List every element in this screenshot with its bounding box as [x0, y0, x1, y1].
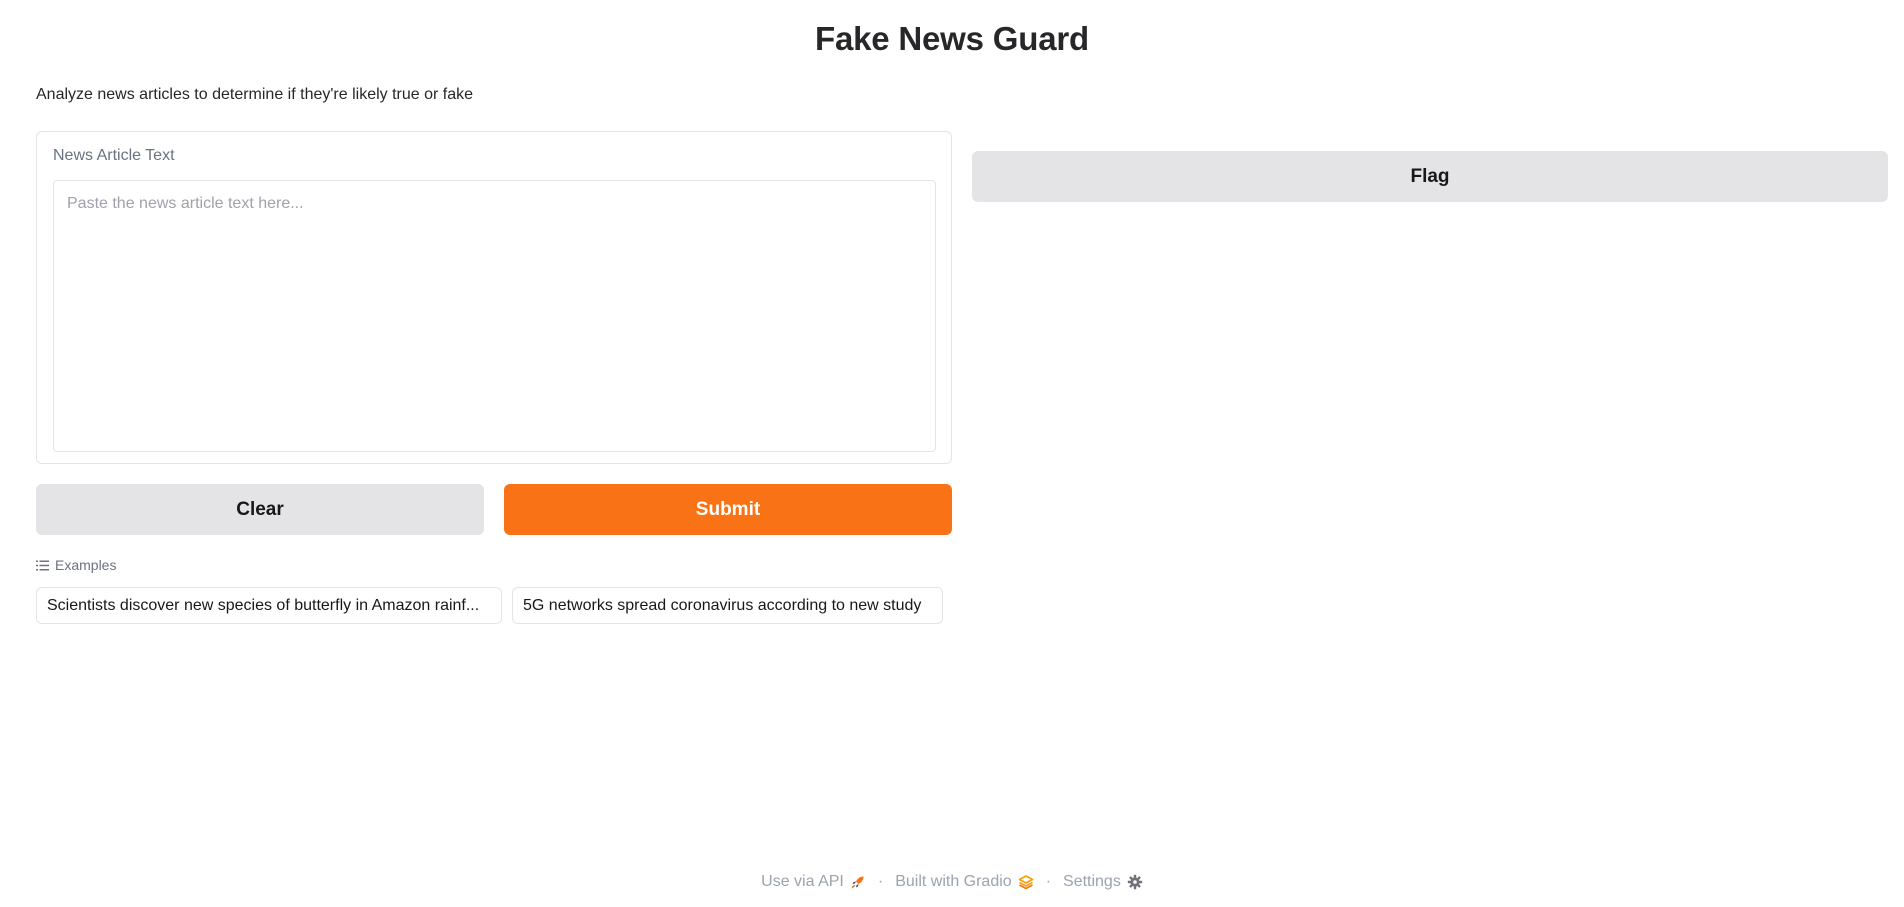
gear-icon — [1127, 874, 1143, 890]
use-via-api-label: Use via API — [761, 873, 844, 890]
settings-label: Settings — [1063, 873, 1121, 890]
example-item-label: Scientists discover new species of butte… — [47, 596, 480, 614]
flag-button[interactable]: Flag — [972, 151, 1888, 202]
news-article-textarea[interactable] — [53, 180, 936, 452]
footer-separator: · — [1045, 873, 1052, 890]
example-item[interactable]: Scientists discover new species of butte… — [36, 587, 502, 624]
rocket-icon — [851, 876, 864, 889]
submit-button[interactable]: Submit — [504, 484, 952, 535]
built-with-gradio-link[interactable]: Built with Gradio — [895, 873, 1034, 891]
list-icon — [36, 560, 49, 570]
example-item-label: 5G networks spread coronavirus according… — [523, 596, 922, 614]
footer: Use via API · Built with Gradio · Settin… — [0, 873, 1904, 891]
examples-label: Examples — [55, 557, 117, 573]
page-title: Fake News Guard — [815, 20, 1089, 57]
news-article-input-block: News Article Text — [36, 131, 952, 464]
gradio-logo-icon — [1018, 875, 1033, 890]
clear-button[interactable]: Clear — [36, 484, 484, 535]
footer-separator: · — [877, 873, 884, 890]
example-item[interactable]: 5G networks spread coronavirus according… — [512, 587, 943, 624]
built-with-gradio-label: Built with Gradio — [895, 873, 1012, 890]
examples-header: Examples — [36, 557, 116, 573]
news-article-label: News Article Text — [53, 147, 175, 164]
app-root: Fake News Guard Analyze news articles to… — [0, 0, 1904, 907]
app-description: Analyze news articles to determine if th… — [36, 86, 474, 103]
settings-link[interactable]: Settings — [1063, 873, 1143, 891]
use-via-api-link[interactable]: Use via API — [761, 873, 866, 891]
